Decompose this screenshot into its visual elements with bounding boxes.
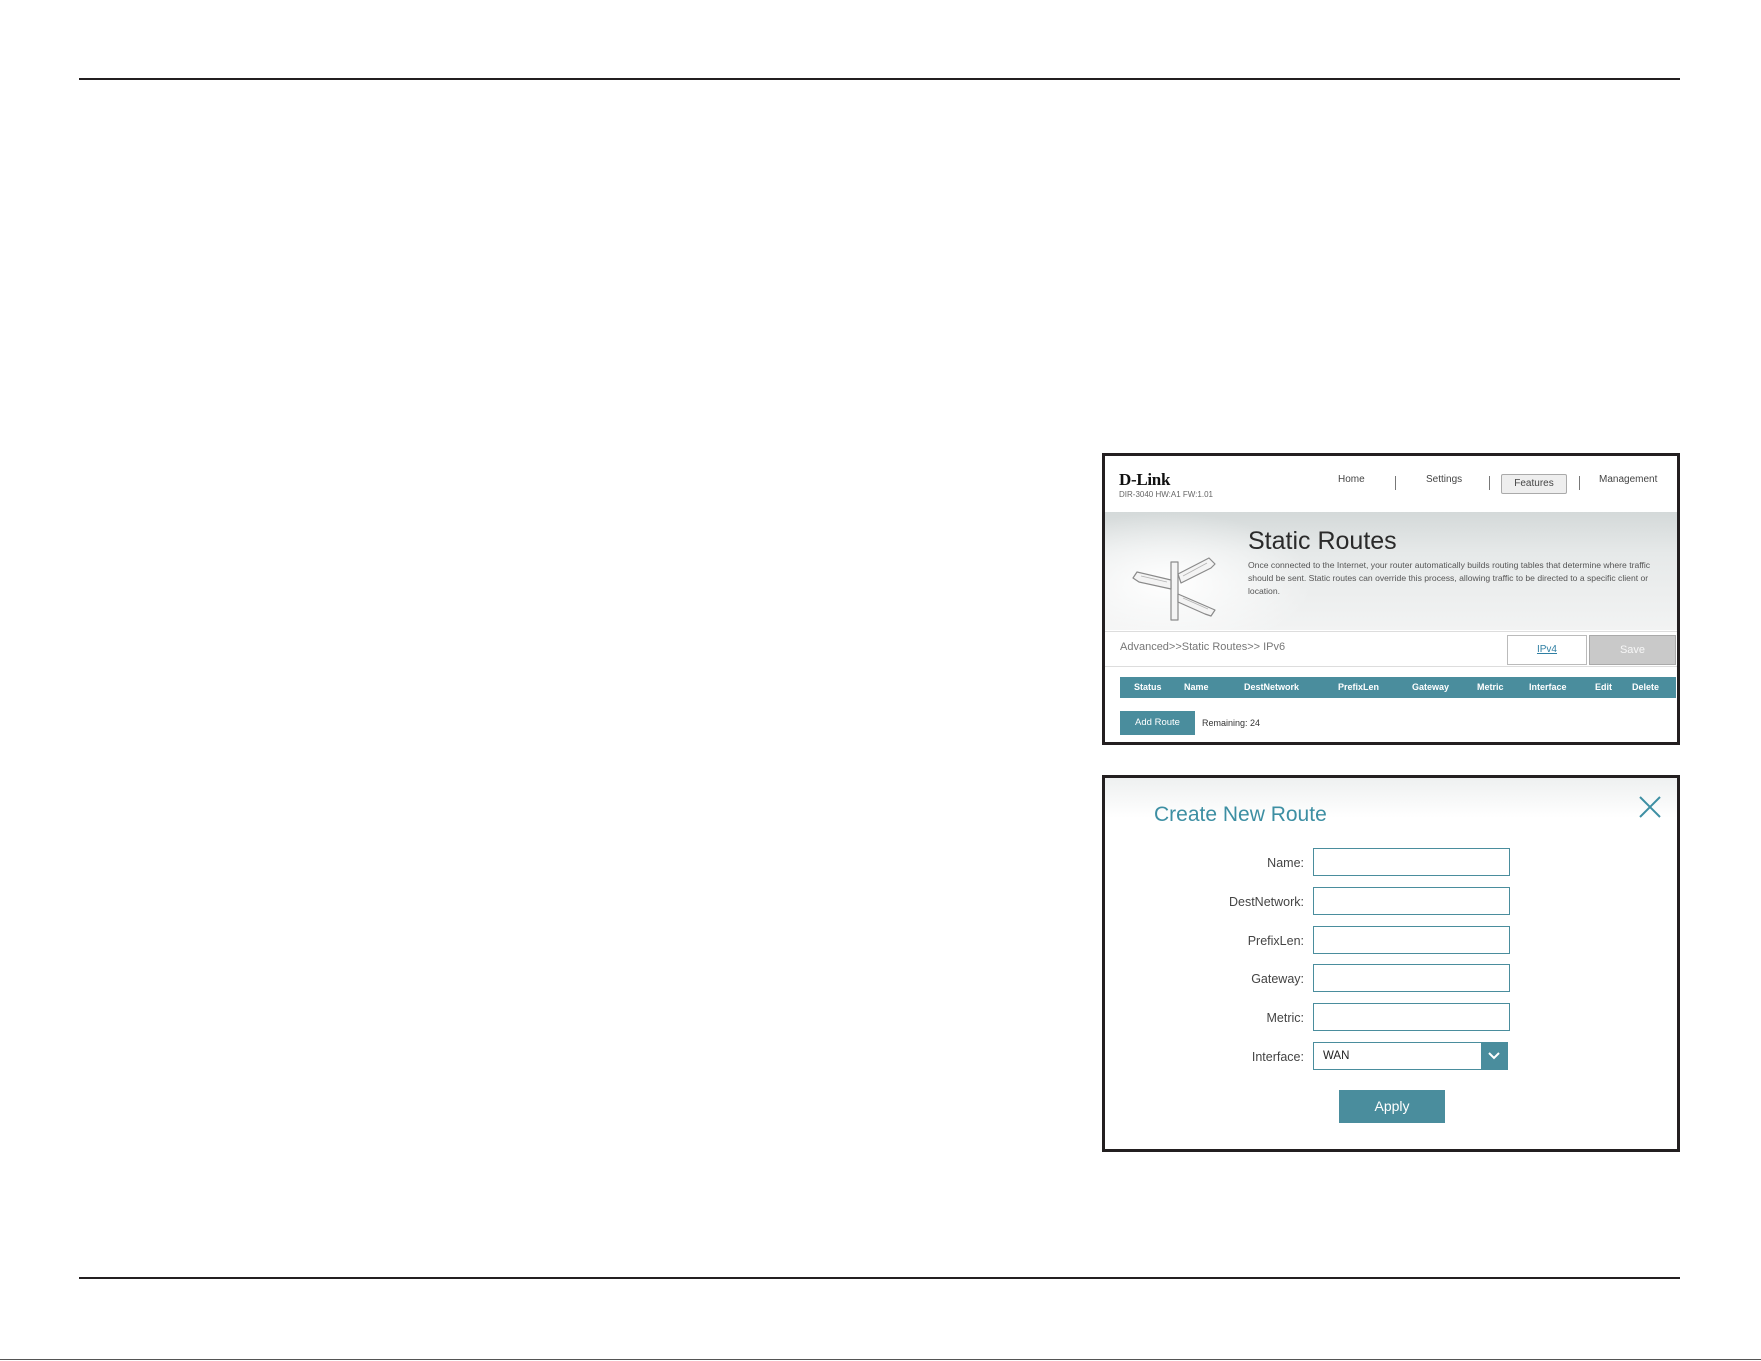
page-edge-line (0, 1359, 1761, 1360)
metric-label: Metric: (1266, 1011, 1305, 1025)
nav-divider (1489, 476, 1490, 490)
prefixlen-field[interactable] (1313, 926, 1510, 954)
page-title: Static Routes (1248, 527, 1397, 555)
nav-management[interactable]: Management (1599, 474, 1657, 485)
column-header-name: Name (1184, 682, 1209, 692)
name-field[interactable] (1313, 848, 1510, 876)
name-label: Name: (1267, 856, 1304, 870)
column-header-edit: Edit (1595, 682, 1612, 692)
column-header-status: Status (1134, 682, 1162, 692)
column-header-interface: Interface (1529, 682, 1567, 692)
nav-home[interactable]: Home (1338, 474, 1365, 485)
apply-button[interactable]: Apply (1339, 1090, 1445, 1123)
gateway-field[interactable] (1313, 964, 1510, 992)
column-header-delete: Delete (1632, 682, 1660, 692)
nav-features[interactable]: Features (1501, 474, 1567, 494)
destnetwork-field[interactable] (1313, 887, 1510, 915)
signpost-icon (1132, 557, 1216, 621)
bottom-rule (79, 1277, 1680, 1279)
breadcrumb: Advanced>>Static Routes>> IPv6 (1120, 641, 1286, 653)
column-header-metric: Metric (1477, 682, 1504, 692)
save-button[interactable]: Save (1589, 635, 1676, 665)
gateway-label: Gateway: (1251, 972, 1304, 986)
column-header-prefixlen: PrefixLen (1338, 682, 1380, 692)
column-header-destnetwork: DestNetwork (1244, 682, 1300, 692)
add-route-button[interactable]: Add Route (1120, 711, 1195, 735)
nav-divider (1395, 476, 1396, 490)
interface-label: Interface: (1251, 1050, 1304, 1064)
router-header: D-Link DIR-3040 HW:A1 FW:1.01 Home Setti… (1105, 456, 1677, 514)
model-info: DIR-3040 HW:A1 FW:1.01 (1119, 490, 1213, 499)
interface-select[interactable]: WAN (1313, 1042, 1508, 1070)
static-routes-screenshot: D-Link DIR-3040 HW:A1 FW:1.01 Home Setti… (1102, 453, 1680, 745)
nav-settings[interactable]: Settings (1426, 474, 1462, 485)
column-header-gateway: Gateway (1412, 682, 1450, 692)
destnetwork-label: DestNetwork: (1228, 895, 1304, 909)
nav-divider (1579, 476, 1580, 490)
dlink-logo: D-Link (1119, 470, 1171, 489)
dialog-title: Create New Route (1154, 803, 1327, 826)
close-icon[interactable] (1638, 795, 1662, 819)
chevron-down-icon (1488, 1052, 1500, 1060)
prefixlen-label: PrefixLen: (1247, 934, 1304, 948)
create-route-dialog-screenshot: Create New Route Name: DestNetwork: Pref… (1102, 775, 1680, 1152)
top-rule (79, 78, 1680, 80)
dropdown-toggle[interactable] (1481, 1043, 1507, 1069)
ipv4-link[interactable]: IPv4 (1507, 635, 1587, 665)
remaining-count: Remaining: 24 (1202, 718, 1261, 728)
metric-field[interactable] (1313, 1003, 1510, 1031)
page-description: Once connected to the Internet, your rou… (1248, 560, 1651, 596)
interface-selected-value: WAN (1323, 1050, 1350, 1062)
